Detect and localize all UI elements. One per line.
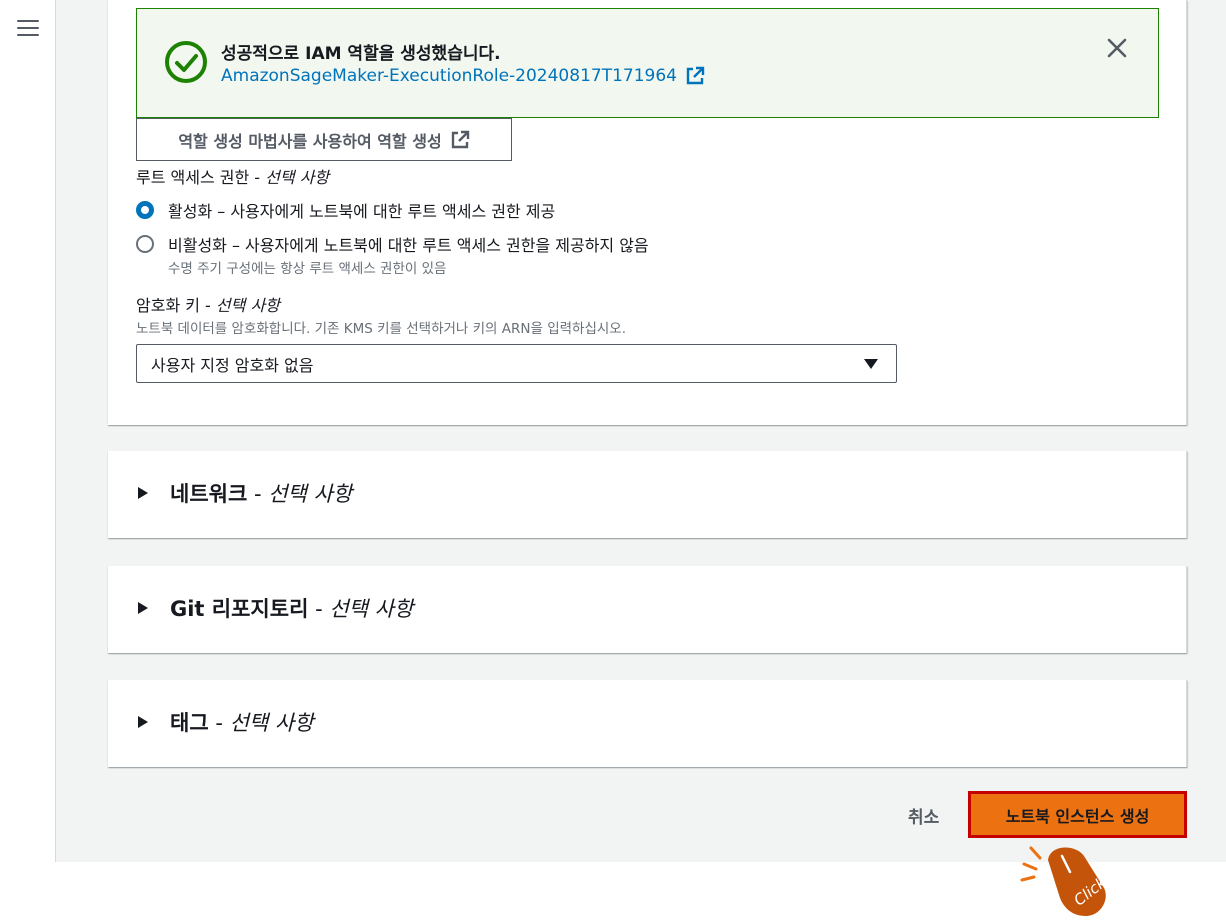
root-access-disable-option[interactable]: 비활성화 – 사용자에게 노트북에 대한 루트 액세스 권한을 제공하지 않음: [136, 232, 649, 256]
main-content: 성공적으로 IAM 역할을 생성했습니다. AmazonSageMaker-Ex…: [56, 0, 1226, 862]
caret-right-icon: [138, 487, 148, 499]
flash-title: 성공적으로 IAM 역할을 생성했습니다.: [221, 44, 501, 64]
create-role-wizard-button[interactable]: 역할 생성 마법사를 사용하여 역할 생성: [136, 118, 512, 161]
encryption-key-selected-value: 사용자 지정 암호화 없음: [151, 355, 314, 375]
hamburger-menu-icon[interactable]: [17, 20, 39, 38]
root-access-disable-label: 비활성화 – 사용자에게 노트북에 대한 루트 액세스 권한을 제공하지 않음: [168, 236, 649, 255]
close-icon[interactable]: [1106, 37, 1128, 59]
encryption-key-optional: 선택 사항: [215, 296, 280, 315]
root-access-label: 루트 액세스 권한 - 선택 사항: [136, 168, 330, 187]
tags-section[interactable]: 태그 - 선택 사항: [108, 680, 1187, 767]
network-section-title: 네트워크 - 선택 사항: [170, 482, 353, 506]
network-section-name: 네트워크: [170, 482, 248, 506]
create-notebook-instance-label: 노트북 인스턴스 생성: [1005, 806, 1150, 826]
git-repository-section-optional: 선택 사항: [329, 597, 414, 621]
encryption-key-select[interactable]: 사용자 지정 암호화 없음: [136, 344, 897, 383]
tags-section-name: 태그: [170, 711, 209, 735]
git-repository-section-title: Git 리포지토리 - 선택 사항: [170, 597, 414, 621]
root-access-disable-note: 수명 주기 구성에는 항상 루트 액세스 권한이 있음: [168, 261, 447, 277]
root-access-label-text: 루트 액세스 권한: [136, 168, 250, 187]
success-flashbar: 성공적으로 IAM 역할을 생성했습니다. AmazonSageMaker-Ex…: [136, 8, 1159, 118]
success-check-icon: [165, 41, 207, 83]
git-repository-section-name: Git 리포지토리: [170, 597, 309, 621]
external-link-icon: [686, 66, 705, 85]
click-annotation-icon: Click: [1020, 846, 1111, 916]
role-link-text[interactable]: AmazonSageMaker-ExecutionRole-20240817T1…: [221, 66, 677, 86]
tags-section-optional: 선택 사항: [229, 711, 314, 735]
radio-disable[interactable]: [136, 235, 154, 253]
caret-down-icon: [864, 359, 878, 369]
network-section[interactable]: 네트워크 - 선택 사항: [108, 451, 1187, 538]
root-access-enable-label: 활성화 – 사용자에게 노트북에 대한 루트 액세스 권한 제공: [168, 202, 556, 221]
tags-section-title: 태그 - 선택 사항: [170, 711, 314, 735]
create-notebook-instance-button[interactable]: 노트북 인스턴스 생성: [968, 791, 1187, 838]
permissions-panel: 성공적으로 IAM 역할을 생성했습니다. AmazonSageMaker-Ex…: [108, 0, 1187, 425]
role-link[interactable]: AmazonSageMaker-ExecutionRole-20240817T1…: [221, 66, 705, 86]
create-role-wizard-label: 역할 생성 마법사를 사용하여 역할 생성: [178, 131, 442, 151]
encryption-key-description: 노트북 데이터를 암호화합니다. 기존 KMS 키를 선택하거나 키의 ARN을…: [136, 321, 627, 337]
radio-enable[interactable]: [136, 201, 154, 219]
network-section-optional: 선택 사항: [268, 482, 353, 506]
app-window: 성공적으로 IAM 역할을 생성했습니다. AmazonSageMaker-Ex…: [0, 0, 1226, 862]
encryption-key-label: 암호화 키 - 선택 사항: [136, 296, 280, 315]
caret-right-icon: [138, 716, 148, 728]
side-navigation-rail: [0, 0, 56, 862]
cancel-button[interactable]: 취소: [908, 803, 939, 828]
root-access-optional: 선택 사항: [265, 168, 330, 187]
external-link-icon: [451, 130, 469, 148]
caret-right-icon: [138, 602, 148, 614]
encryption-key-label-text: 암호화 키: [136, 296, 200, 315]
root-access-enable-option[interactable]: 활성화 – 사용자에게 노트북에 대한 루트 액세스 권한 제공: [136, 198, 555, 222]
git-repository-section[interactable]: Git 리포지토리 - 선택 사항: [108, 566, 1187, 653]
